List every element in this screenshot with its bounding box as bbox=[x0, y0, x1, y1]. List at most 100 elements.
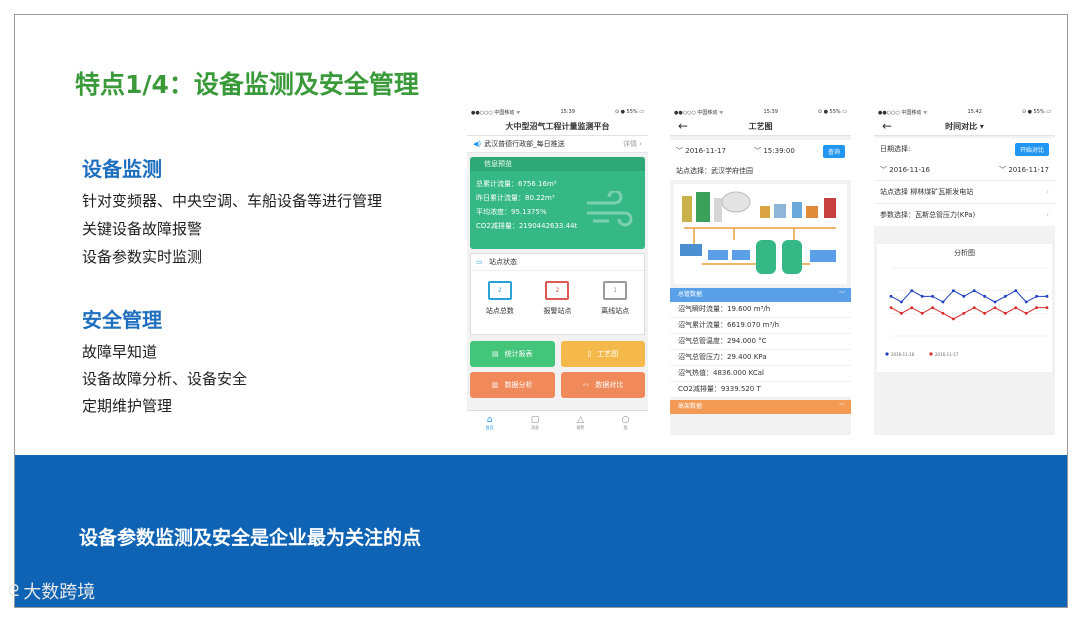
info-line: 总累计流量：6756.16m³ bbox=[476, 180, 557, 188]
monitoring-line: 设备参数实时监测 bbox=[82, 248, 203, 266]
tab-alarm[interactable]: △ 报警 bbox=[576, 415, 584, 431]
data-line: 沼气瞬时流量：19.600 m³/h bbox=[670, 302, 851, 318]
data-point bbox=[900, 300, 903, 304]
line-chart: 2016-11-16 2016-11-17 bbox=[885, 267, 1049, 357]
legend-label: 2016-11-17 bbox=[935, 352, 959, 357]
date-label: 日期选择: bbox=[880, 145, 911, 153]
carrier: ●●○○○ 中国移动 ᯤ bbox=[878, 109, 928, 116]
logo-icon: ᘓ bbox=[8, 581, 20, 600]
data-point bbox=[910, 289, 914, 293]
data-point bbox=[1004, 311, 1007, 315]
legend-marker bbox=[885, 352, 889, 356]
trend-icon: 〰 bbox=[582, 381, 590, 389]
data-point bbox=[1024, 311, 1028, 315]
battery: ⊙ ● 55% ▭ bbox=[1021, 109, 1051, 115]
date-value: 2016-11-17 bbox=[685, 147, 726, 155]
chevron-right-icon: › bbox=[1046, 188, 1049, 196]
battery: ⊙ ● 55% ▭ bbox=[614, 109, 644, 115]
date-picker[interactable]: ﹀ 2016-11-17 bbox=[676, 146, 726, 156]
data-point bbox=[889, 294, 893, 298]
tab-label: 首页 bbox=[485, 425, 494, 430]
data-point bbox=[952, 317, 955, 321]
data-line: CO2减排量：9339.520 T bbox=[670, 382, 851, 398]
back-arrow-icon[interactable]: ← bbox=[882, 119, 892, 133]
date-range-row: ﹀ 2016-11-16 ﹀ 2016-11-17 bbox=[874, 160, 1055, 180]
data-point bbox=[889, 306, 893, 310]
date-picker-1[interactable]: ﹀ 2016-11-16 bbox=[880, 165, 930, 175]
data-point bbox=[993, 300, 997, 304]
tab-me[interactable]: ○ 我 bbox=[622, 415, 630, 431]
data-point bbox=[952, 289, 955, 293]
section-heading-safety: 安全管理 bbox=[82, 308, 162, 332]
bar-chart-icon: ▥ bbox=[491, 381, 499, 389]
status-bar: ●●○○○ 中国移动 ᯤ 15:42 ⊙ ● 55% ▭ bbox=[874, 107, 1055, 117]
time-picker[interactable]: ﹀ 15:39:00 bbox=[754, 146, 795, 156]
data-point bbox=[1024, 300, 1028, 304]
section-bar-main[interactable]: 总管数据 ﹀ bbox=[670, 288, 851, 302]
section-bar-secondary[interactable]: 高架数据 ﹀ bbox=[670, 400, 851, 414]
date-picker-2[interactable]: ﹀ 2016-11-17 bbox=[999, 165, 1049, 175]
tab-home[interactable]: ⌂ 首页 bbox=[486, 415, 494, 431]
data-point bbox=[962, 311, 966, 315]
notice-detail-link[interactable]: 详情 › bbox=[623, 139, 642, 149]
process-diagram-svg bbox=[680, 191, 836, 274]
nav-bar: ← 时间对比 ▾ bbox=[874, 117, 1055, 136]
nav-bar: 大中型沼气工程计量监测平台 bbox=[467, 117, 648, 136]
data-line: 沼气热值：4836.000 KCal bbox=[670, 366, 851, 382]
section-label: 高架数据 bbox=[678, 403, 703, 410]
monitor-icon: 2 bbox=[487, 281, 512, 300]
station-alarm[interactable]: 2 报警站点 bbox=[543, 281, 571, 316]
tile-process[interactable]: ▯ 工艺图 bbox=[560, 341, 645, 367]
process-diagram bbox=[674, 184, 847, 284]
safety-line: 定期维护管理 bbox=[82, 397, 173, 415]
info-preview-card: 信息预览 总累计流量：6756.16m³ 昨日累计流量：80.22m³ 平均浓度… bbox=[470, 157, 645, 249]
data-line: 沼气总管压力：29.400 KPa bbox=[670, 350, 851, 366]
data-point bbox=[1035, 306, 1038, 310]
tile-analysis[interactable]: ▥ 数据分析 bbox=[470, 372, 555, 398]
carrier: ●●○○○ 中国移动 ᯤ bbox=[674, 109, 724, 116]
slide: 特点1/4：设备监测及安全管理 设备监测 针对变频器、中央空调、车船设备等进行管… bbox=[14, 14, 1068, 608]
speaker-icon: ◀) bbox=[473, 140, 482, 148]
station-status-panel: ▭ 站点状态 2 站点总数 2 报警站点 1 离线站点 bbox=[470, 253, 645, 335]
station-total[interactable]: 2 站点总数 bbox=[486, 281, 514, 316]
chevron-right-icon: › bbox=[1046, 211, 1049, 219]
phone-dashboard: ●●○○○ 中国移动 ᯤ 15:39 ⊙ ● 55% ▭ 大中型沼气工程计量监测… bbox=[467, 107, 648, 435]
tile-label: 数据分析 bbox=[504, 381, 533, 389]
status-bar: ●●○○○ 中国移动 ᯤ 15:39 ⊙ ● 55% ▭ bbox=[670, 107, 851, 117]
clock: 15:39 bbox=[560, 109, 575, 115]
data-point bbox=[931, 306, 934, 310]
tab-message[interactable]: ▢ 消息 bbox=[531, 415, 540, 431]
battery: ⊙ ● 55% ▭ bbox=[817, 109, 847, 115]
site-select: 站点选择 柳林煤矿瓦斯发电站 bbox=[880, 188, 974, 196]
notice-bar[interactable]: ◀) 武汉普德行政部_每日推送 详情 › bbox=[467, 136, 648, 153]
data-point bbox=[983, 311, 986, 315]
data-point bbox=[1045, 294, 1049, 298]
phone-time-compare: ●●○○○ 中国移动 ᯤ 15:42 ⊙ ● 55% ▭ ← 时间对比 ▾ 日期… bbox=[874, 107, 1055, 435]
param-select-row[interactable]: 参数选择：瓦斯总管压力(KPa) › bbox=[874, 203, 1055, 226]
tab-label: 报警 bbox=[576, 425, 585, 430]
clock: 15:39 bbox=[763, 109, 778, 115]
tile-report[interactable]: ▤ 统计报表 bbox=[470, 341, 555, 367]
watermark-text: 大数跨境 bbox=[23, 582, 96, 603]
tile-compare[interactable]: 〰数据对比 bbox=[560, 372, 645, 398]
start-compare-button[interactable]: 开始对比 bbox=[1014, 142, 1049, 156]
query-button[interactable]: 查询 bbox=[822, 144, 845, 158]
footer-band: 设备参数监测及安全是企业最为关注的点 bbox=[15, 455, 1067, 607]
site-select-row[interactable]: 站点选择：武汉学府佳园 bbox=[670, 162, 851, 180]
tab-label: 我 bbox=[623, 425, 628, 430]
nav-title[interactable]: 时间对比 ▾ bbox=[945, 121, 984, 132]
data-point bbox=[941, 300, 945, 304]
chevron-down-icon: ﹀ bbox=[838, 403, 845, 410]
data-point bbox=[1014, 306, 1018, 310]
data-point bbox=[993, 306, 997, 310]
phone-process-diagram: ●●○○○ 中国移动 ᯤ 15:39 ⊙ ● 55% ▭ ← 工艺图 ﹀ 201… bbox=[670, 107, 851, 435]
station-offline[interactable]: 1 离线站点 bbox=[601, 281, 629, 316]
carrier: ●●○○○ 中国移动 ᯤ bbox=[471, 109, 521, 116]
station-label: 站点总数 bbox=[485, 307, 514, 315]
back-arrow-icon[interactable]: ← bbox=[678, 119, 688, 133]
data-point bbox=[972, 289, 976, 293]
wind-icon bbox=[587, 191, 633, 227]
legend-label: 2016-11-16 bbox=[891, 352, 915, 357]
date-select-row: 日期选择: 开始对比 bbox=[874, 138, 1055, 160]
site-select-row[interactable]: 站点选择 柳林煤矿瓦斯发电站 › bbox=[874, 180, 1055, 203]
